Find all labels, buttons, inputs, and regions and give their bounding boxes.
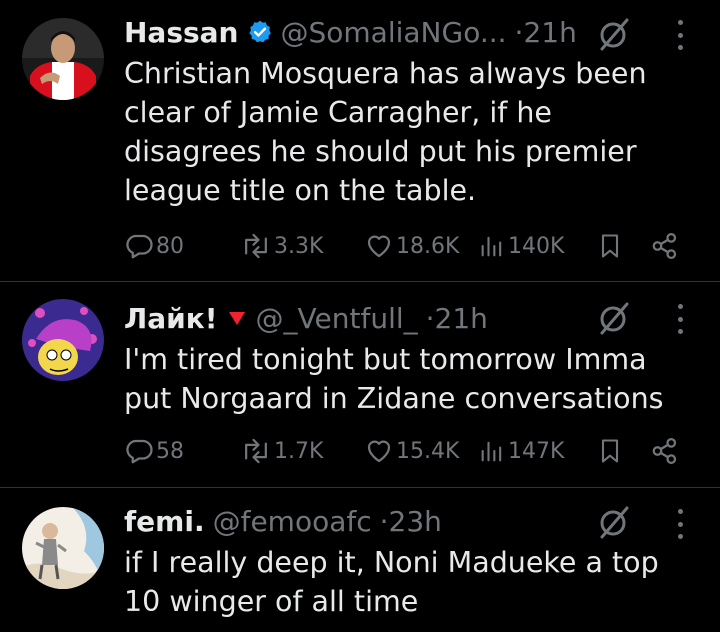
more-options-icon[interactable] <box>675 509 685 539</box>
tweet-header: Hassan @SomaliaNGo... · 21h <box>124 12 577 52</box>
heart-icon <box>367 235 391 258</box>
tweet-2[interactable]: Лайк! @_Ventfull_ · 21h I'm tired tonigh… <box>0 282 720 487</box>
timestamp[interactable]: 21h <box>435 302 488 335</box>
repost-button[interactable]: 1.7K <box>240 433 323 469</box>
views-icon <box>481 236 502 257</box>
like-count: 18.6K <box>396 233 460 259</box>
tweet-1[interactable]: Hassan @SomaliaNGo... · 21h Christian Mo… <box>0 0 720 281</box>
repost-icon <box>245 438 267 464</box>
avatar[interactable] <box>22 507 104 589</box>
views-icon <box>481 441 502 462</box>
bookmark-button[interactable] <box>596 433 624 469</box>
more-options-icon[interactable] <box>675 20 685 50</box>
views-button[interactable]: 147K <box>478 433 564 469</box>
tweet-header: Лайк! @_Ventfull_ · 21h <box>124 298 488 338</box>
avatar[interactable] <box>22 18 104 100</box>
repost-button[interactable]: 3.3K <box>240 228 323 264</box>
grok-icon[interactable] <box>596 16 632 52</box>
reply-count: 80 <box>156 233 184 259</box>
bookmark-icon <box>601 439 619 463</box>
share-icon <box>652 233 677 259</box>
tweet-header: femi. @femooafc · 23h <box>124 501 442 541</box>
author-name[interactable]: Hassan <box>124 16 239 49</box>
author-name[interactable]: femi. <box>124 505 205 538</box>
reply-count: 58 <box>156 438 184 464</box>
share-button[interactable] <box>650 433 680 469</box>
reply-button[interactable]: 58 <box>124 433 184 469</box>
author-handle[interactable]: @SomaliaNGo... <box>281 16 507 49</box>
tweet-actions: 80 3.3K 18.6K 140K <box>124 228 684 264</box>
repost-count: 3.3K <box>274 233 324 259</box>
separator-dot: · <box>514 15 524 49</box>
author-name[interactable]: Лайк! <box>124 302 218 335</box>
repost-icon <box>245 233 267 259</box>
separator-dot: · <box>425 301 435 335</box>
timestamp[interactable]: 23h <box>389 505 442 538</box>
separator-dot: · <box>379 504 389 538</box>
tweet-3[interactable]: femi. @femooafc · 23h if I really deep i… <box>0 488 720 632</box>
tweet-text: Christian Mosquera has always been clear… <box>124 57 647 207</box>
more-options-icon[interactable] <box>675 304 685 334</box>
red-triangle-icon <box>226 307 248 329</box>
tweet-actions: 58 1.7K 15.4K 147K <box>124 433 684 469</box>
bookmark-icon <box>601 234 619 258</box>
share-icon <box>652 438 677 464</box>
bookmark-button[interactable] <box>596 228 624 264</box>
verified-badge-icon <box>247 19 273 45</box>
grok-icon[interactable] <box>596 504 632 540</box>
like-count: 15.4K <box>396 438 460 464</box>
author-handle[interactable]: @femooafc <box>213 505 372 538</box>
tweet-text: I'm tired tonight but tomorrow Imma put … <box>124 343 664 415</box>
share-button[interactable] <box>650 228 680 264</box>
views-button[interactable]: 140K <box>478 228 564 264</box>
timestamp[interactable]: 21h <box>523 16 576 49</box>
view-count: 140K <box>508 233 565 259</box>
like-button[interactable]: 15.4K <box>364 433 459 469</box>
author-handle[interactable]: @_Ventfull_ <box>256 302 418 335</box>
avatar[interactable] <box>22 299 104 381</box>
repost-count: 1.7K <box>274 438 324 464</box>
reply-icon <box>126 234 153 259</box>
heart-icon <box>367 440 391 463</box>
grok-icon[interactable] <box>596 300 632 336</box>
reply-button[interactable]: 80 <box>124 228 184 264</box>
reply-icon <box>126 439 153 464</box>
view-count: 147K <box>508 438 565 464</box>
tweet-text: if I really deep it, Noni Madueke a top … <box>124 546 659 618</box>
like-button[interactable]: 18.6K <box>364 228 459 264</box>
